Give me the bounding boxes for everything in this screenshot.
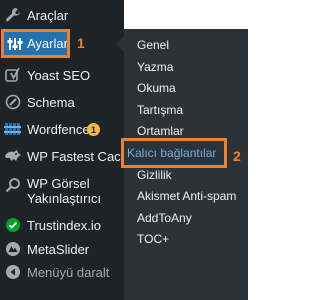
highlight-box-ayarlar [1, 29, 70, 58]
submenu-item-genel[interactable]: Genel [137, 38, 169, 52]
wrench-icon [4, 6, 22, 24]
sidebar-item-wordfence[interactable]: Wordfence 1 [0, 118, 124, 140]
metaslider-icon [4, 240, 22, 258]
submenu-item-toc-plus[interactable]: TOC+ [137, 232, 169, 246]
sidebar-item-label: MetaSlider [27, 241, 90, 257]
submenu-item-tartisma[interactable]: Tartışma [137, 103, 183, 117]
sidebar-item-wp-fastest-cache[interactable]: WP Fastest Cache [0, 145, 135, 167]
sidebar-item-label-line2: Yakınlaştırıcı [27, 191, 102, 206]
wordfence-icon [4, 120, 22, 138]
sidebar-item-label: Menüyü daralt [27, 264, 110, 280]
magnifier-icon [4, 176, 22, 194]
submenu-item-yazma[interactable]: Yazma [137, 60, 173, 74]
cheetah-icon [4, 147, 22, 165]
sidebar-item-label: Schema [27, 94, 75, 110]
highlight-box-kalici-baglantilar [121, 138, 227, 168]
sidebar-item-label: WP Fastest Cache [27, 148, 136, 164]
sidebar-item-wp-gorsel[interactable]: WP Görsel Yakınlaştırıcı [0, 173, 124, 207]
sidebar-item-araclar[interactable]: Araçlar [0, 4, 124, 26]
sidebar-item-schema[interactable]: Schema [0, 91, 124, 113]
schema-icon [4, 93, 22, 111]
submenu-item-gizlilik[interactable]: Gizlilik [137, 168, 172, 182]
step-number-2: 2 [233, 148, 241, 164]
notification-badge: 1 [87, 123, 100, 136]
step-number-1: 1 [77, 35, 85, 51]
sidebar-item-label: Trustindex.io [27, 217, 101, 233]
sidebar-item-trustindex[interactable]: Trustindex.io [0, 214, 124, 236]
submenu-item-akismet[interactable]: Akismet Anti-spam [137, 189, 236, 203]
yoast-icon [4, 66, 22, 84]
sidebar-item-label: Wordfence [27, 121, 90, 137]
sidebar-item-metaslider[interactable]: MetaSlider [0, 238, 124, 260]
collapse-arrow-icon [4, 263, 22, 281]
submenu-item-addtoany[interactable]: AddToAny [137, 211, 192, 225]
collapse-menu-button[interactable]: Menüyü daralt [0, 261, 124, 283]
sidebar-item-yoast-seo[interactable]: Yoast SEO [0, 64, 124, 86]
submenu-item-ortamlar[interactable]: Ortamlar [137, 124, 184, 138]
submenu-pointer-arrow [116, 36, 124, 52]
sidebar-item-label: Yoast SEO [27, 67, 91, 83]
sidebar-item-label: Araçlar [27, 7, 69, 23]
sidebar-item-label: WP Görsel [27, 176, 90, 191]
check-shield-icon [4, 216, 22, 234]
submenu-item-okuma[interactable]: Okuma [137, 81, 176, 95]
